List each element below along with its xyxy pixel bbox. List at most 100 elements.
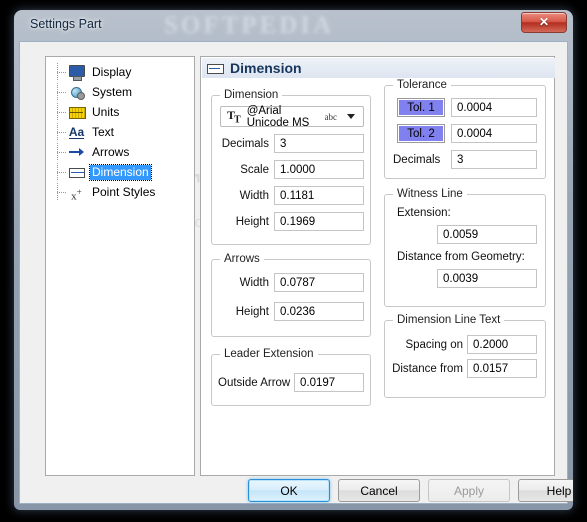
tol2-button[interactable]: Tol. 2 <box>397 124 445 143</box>
distance-from-input[interactable]: 0.0157 <box>467 359 537 378</box>
extension-label: Extension: <box>397 207 451 219</box>
apply-button: Apply <box>428 479 510 502</box>
arrow-height-label: Height <box>235 306 269 318</box>
dimension-group: Dimension TT @Arial Unicode MS abc Decim… <box>211 89 371 245</box>
sidebar-item-arrows[interactable]: Arrows <box>54 143 131 161</box>
outside-arrow-input[interactable]: 0.0197 <box>294 373 364 392</box>
tolerance-decimals-input[interactable]: 3 <box>451 150 537 169</box>
width-label: Width <box>239 190 269 202</box>
ruler-icon <box>68 104 86 120</box>
group-title: Dimension <box>220 89 283 101</box>
arrow-height-input[interactable]: 0.0236 <box>274 302 364 321</box>
width-value: 0.1181 <box>280 189 315 202</box>
distance-from-geometry-input[interactable]: 0.0039 <box>437 269 537 288</box>
dialog-client-area: SOFTPEDIA ™ www.softpedia.com Display Sy… <box>19 41 573 504</box>
text-aa-icon: Aa <box>68 125 85 139</box>
tol1-value: 0.0004 <box>457 101 493 114</box>
arrow-width-label: Width <box>239 277 269 289</box>
sidebar-item-label: Display <box>92 64 132 79</box>
chevron-down-icon <box>347 114 355 119</box>
sidebar-item-label: Units <box>92 104 120 119</box>
tolerance-decimals-label: Decimals <box>393 154 441 166</box>
height-label: Height <box>235 216 269 228</box>
tol1-input[interactable]: 0.0004 <box>451 98 537 117</box>
tree-connector <box>54 103 68 121</box>
decimals-label: Decimals <box>221 138 269 150</box>
distance-from-geometry-label: Distance from Geometry: <box>397 251 525 263</box>
settings-tree: Display System Units Aa Text Arrows Dime… <box>45 56 195 476</box>
dimension-line-text-group: Dimension Line Text Spacing on 0.2000 Di… <box>384 314 546 398</box>
arrow-icon <box>68 144 85 160</box>
height-value: 0.1969 <box>280 215 316 228</box>
tolerance-decimals-value: 3 <box>457 153 464 166</box>
witness-line-group: Witness Line Extension: 0.0059 Distance … <box>384 188 546 307</box>
outside-arrow-label: Outside Arrow <box>218 377 291 389</box>
sidebar-item-label: System <box>92 84 133 99</box>
height-input[interactable]: 0.1969 <box>274 212 364 231</box>
decimals-value: 3 <box>280 137 287 150</box>
ok-button-label: OK <box>280 483 298 498</box>
font-name-label: @Arial Unicode MS <box>246 104 310 129</box>
help-button-label: Help <box>546 483 572 498</box>
page-title: Dimension <box>230 60 302 76</box>
distance-from-label: Distance from <box>392 363 463 375</box>
font-preview-label: abc <box>324 111 338 122</box>
group-title: Tolerance <box>393 79 451 91</box>
scale-value: 1.0000 <box>280 163 316 176</box>
title-bar: SOFTPEDIA Settings Part ✕ <box>14 10 573 42</box>
group-title: Dimension Line Text <box>393 314 505 326</box>
scale-input[interactable]: 1.0000 <box>274 160 364 179</box>
sidebar-item-label: Text <box>92 124 115 139</box>
cancel-button[interactable]: Cancel <box>338 479 420 502</box>
tree-connector <box>54 183 68 201</box>
distance-from-geometry-value: 0.0039 <box>443 272 479 285</box>
sidebar-item-point-styles[interactable]: x+ Point Styles <box>54 183 157 203</box>
leader-extension-group: Leader Extension Outside Arrow 0.0197 <box>211 348 371 406</box>
spacing-on-input[interactable]: 0.2000 <box>467 335 537 354</box>
group-title: Arrows <box>220 253 264 265</box>
spacing-on-label: Spacing on <box>405 339 463 351</box>
sidebar-item-label: Point Styles <box>92 184 156 199</box>
tol1-label: Tol. 1 <box>407 101 435 114</box>
width-input[interactable]: 0.1181 <box>274 186 364 205</box>
distance-from-value: 0.0157 <box>473 362 509 375</box>
settings-content-pane: Dimension Dimension TT @Arial Unicode MS… <box>200 56 555 476</box>
tree-connector <box>54 143 68 161</box>
sidebar-item-label: Arrows <box>92 144 130 159</box>
sidebar-item-label: Dimension <box>89 163 152 181</box>
dialog-window: SOFTPEDIA Settings Part ✕ SOFTPEDIA ™ ww… <box>14 10 573 510</box>
tol2-label: Tol. 2 <box>407 127 435 140</box>
extension-input[interactable]: 0.0059 <box>437 225 537 244</box>
system-sphere-icon <box>68 84 85 100</box>
tree-connector <box>54 123 68 141</box>
arrow-height-value: 0.0236 <box>280 305 316 318</box>
apply-button-label: Apply <box>453 483 485 498</box>
arrow-width-input[interactable]: 0.0787 <box>274 273 364 292</box>
monitor-icon <box>68 64 85 81</box>
sidebar-item-units[interactable]: Units <box>54 103 121 121</box>
close-button[interactable]: ✕ <box>521 12 567 33</box>
tree-connector <box>54 83 68 101</box>
tree-connector <box>54 163 68 181</box>
sidebar-item-dimension[interactable]: Dimension <box>54 163 152 181</box>
font-select[interactable]: TT @Arial Unicode MS abc <box>220 104 364 129</box>
sidebar-item-system[interactable]: System <box>54 83 134 101</box>
titlebar-watermark: SOFTPEDIA <box>164 12 335 39</box>
sidebar-item-display[interactable]: Display <box>54 63 133 81</box>
group-title: Leader Extension <box>220 348 318 360</box>
outside-arrow-value: 0.0197 <box>300 376 336 389</box>
group-title: Witness Line <box>393 188 467 200</box>
tolerance-group: Tolerance Tol. 1 0.0004 Tol. 2 0.0004 De… <box>384 79 546 179</box>
decimals-input[interactable]: 3 <box>274 134 364 153</box>
arrows-group: Arrows Width 0.0787 Height 0.0236 <box>211 253 371 337</box>
tree-connector <box>54 63 68 81</box>
sidebar-item-text[interactable]: Aa Text <box>54 123 116 141</box>
tol2-input[interactable]: 0.0004 <box>451 124 537 143</box>
cancel-button-label: Cancel <box>360 483 398 498</box>
dimension-icon <box>207 62 224 75</box>
arrow-width-value: 0.0787 <box>280 276 316 289</box>
ok-button[interactable]: OK <box>248 479 330 502</box>
tol1-button[interactable]: Tol. 1 <box>397 98 445 117</box>
font-tt-icon: TT <box>227 107 241 126</box>
help-button[interactable]: Help <box>518 479 573 502</box>
